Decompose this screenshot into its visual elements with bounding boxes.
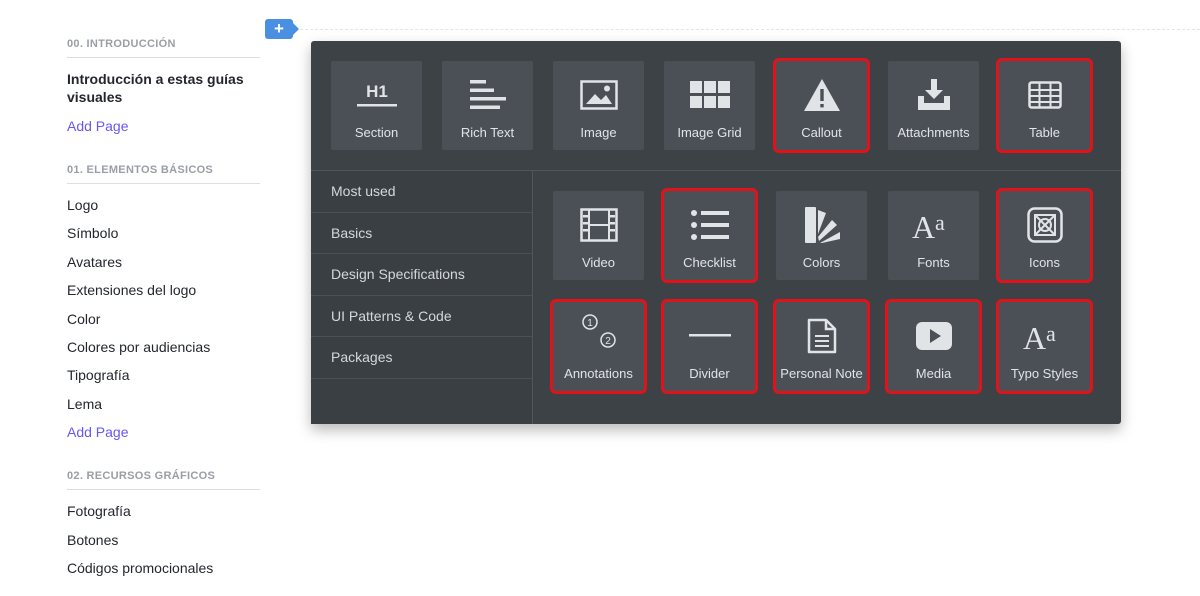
block-image-grid[interactable]: Image Grid	[664, 61, 755, 150]
block-label: Fonts	[917, 255, 950, 270]
svg-text:A: A	[1023, 320, 1046, 353]
nav-item-color[interactable]: Color	[67, 310, 260, 328]
warning-triangle-icon	[776, 75, 867, 115]
block-media[interactable]: Media	[888, 302, 979, 391]
section-heading-elementos-basicos: 01. ELEMENTOS BÁSICOS	[67, 164, 260, 184]
block-label: Attachments	[897, 125, 970, 140]
nav-item-introduccion[interactable]: Introducción a estas guías visuales	[67, 70, 260, 106]
insert-divider-line	[300, 29, 1200, 30]
icon-box-icon	[999, 205, 1090, 245]
category-design-specifications[interactable]: Design Specifications	[311, 254, 532, 296]
rich-text-icon	[442, 75, 533, 115]
nav-item-botones[interactable]: Botones	[67, 531, 260, 549]
image-icon	[553, 75, 644, 115]
block-attachments[interactable]: Attachments	[888, 61, 979, 150]
category-most-used[interactable]: Most used	[311, 171, 532, 213]
sidebar: 00. INTRODUCCIÓN Introducción a estas gu…	[67, 0, 260, 596]
nav-item-extensiones[interactable]: Extensiones del logo	[67, 281, 260, 299]
annotations-icon: 12	[553, 311, 644, 351]
section-heading-introduccion: 00. INTRODUCCIÓN	[67, 38, 260, 58]
block-label: Annotations	[564, 366, 633, 381]
svg-text:1: 1	[587, 318, 593, 329]
block-typo-styles[interactable]: Aa Typo Styles	[999, 302, 1090, 391]
block-label: Colors	[802, 255, 841, 270]
svg-text:2: 2	[605, 336, 611, 347]
block-table[interactable]: Table	[999, 61, 1090, 150]
add-page-link[interactable]: Add Page	[67, 117, 260, 135]
download-tray-icon	[888, 75, 979, 115]
divider-line-icon	[664, 316, 755, 356]
image-grid-icon	[664, 75, 755, 115]
block-callout[interactable]: Callout	[776, 61, 867, 150]
nav-item-colores-audiencias[interactable]: Colores por audiencias	[67, 338, 260, 356]
color-swatch-icon	[776, 205, 867, 245]
film-icon	[553, 205, 644, 245]
add-block-button[interactable]: +	[265, 19, 299, 39]
block-label: Image	[580, 125, 617, 140]
nav-item-simbolo[interactable]: Símbolo	[67, 224, 260, 242]
category-ui-patterns-code[interactable]: UI Patterns & Code	[311, 296, 532, 337]
block-label: Media	[915, 366, 952, 381]
nav-item-fotografia[interactable]: Fotografía	[67, 502, 260, 520]
table-icon	[999, 75, 1090, 115]
section-heading-recursos-graficos: 02. RECURSOS GRÁFICOS	[67, 470, 260, 491]
category-packages[interactable]: Packages	[311, 337, 532, 379]
svg-text:a: a	[935, 210, 945, 235]
block-image[interactable]: Image	[553, 61, 644, 150]
block-rich-text[interactable]: Rich Text	[442, 61, 533, 150]
nav-item-codigos[interactable]: Códigos promocionales	[67, 559, 260, 577]
block-label: Divider	[689, 366, 730, 381]
play-media-icon	[888, 316, 979, 356]
block-label: Personal Note	[780, 366, 863, 381]
svg-text:H1: H1	[366, 82, 388, 101]
block-video[interactable]: Video	[553, 191, 644, 280]
block-personal-note[interactable]: Personal Note	[776, 302, 867, 391]
block-fonts[interactable]: Aa Fonts	[888, 191, 979, 280]
typo-aa-icon: Aa	[999, 316, 1090, 356]
nav-item-avatares[interactable]: Avatares	[67, 253, 260, 271]
block-label: Callout	[801, 125, 842, 140]
h1-section-icon: H1	[331, 75, 422, 115]
block-checklist[interactable]: Checklist	[664, 191, 755, 280]
svg-text:a: a	[1046, 321, 1056, 346]
block-annotations[interactable]: 12 Annotations	[553, 302, 644, 391]
block-divider[interactable]: Divider	[664, 302, 755, 391]
category-basics[interactable]: Basics	[311, 213, 532, 254]
block-label: Checklist	[683, 255, 736, 270]
featured-blocks-row: H1 Section Rich Text Image Image Grid Ca…	[311, 41, 1121, 171]
nav-item-logo[interactable]: Logo	[67, 196, 260, 214]
category-list: Most used Basics Design Specifications U…	[311, 171, 533, 424]
document-note-icon	[776, 316, 867, 356]
block-picker-panel: H1 Section Rich Text Image Image Grid Ca…	[311, 41, 1121, 424]
svg-text:A: A	[912, 209, 935, 242]
font-aa-icon: Aa	[888, 205, 979, 245]
block-label: Typo Styles	[1010, 366, 1079, 381]
block-label: Table	[1028, 125, 1061, 140]
add-page-link[interactable]: Add Page	[67, 423, 260, 441]
nav-item-tipografia[interactable]: Tipografía	[67, 366, 260, 384]
block-label: Icons	[1028, 255, 1061, 270]
block-label: Video	[581, 255, 615, 270]
block-label: Section	[354, 125, 399, 140]
block-icons[interactable]: Icons	[999, 191, 1090, 280]
nav-item-lema[interactable]: Lema	[67, 395, 260, 413]
block-section[interactable]: H1 Section	[331, 61, 422, 150]
block-colors[interactable]: Colors	[776, 191, 867, 280]
checklist-icon	[664, 205, 755, 245]
block-label: Rich Text	[460, 125, 515, 140]
block-label: Image Grid	[677, 125, 742, 140]
